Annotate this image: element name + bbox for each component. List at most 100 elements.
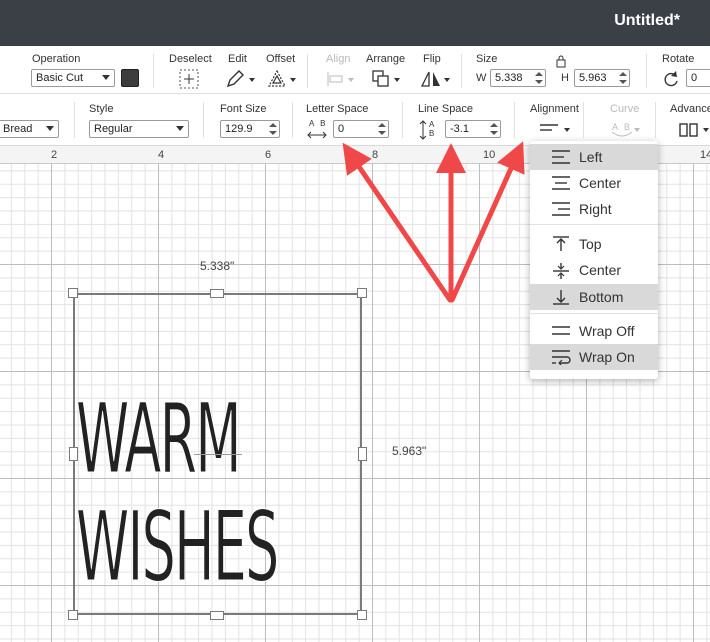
menu-item-align-center[interactable]: Center xyxy=(530,170,658,196)
arrange-label: Arrange xyxy=(366,53,406,65)
wrap-off-icon xyxy=(552,326,570,335)
chevron-down-icon[interactable] xyxy=(348,78,354,82)
resize-handle-bottom-right[interactable] xyxy=(357,610,367,620)
menu-item-label: Wrap On xyxy=(579,349,635,365)
offset-icon[interactable] xyxy=(266,68,288,90)
curve-label: Curve xyxy=(610,103,640,115)
size-label: Size xyxy=(476,53,498,65)
align-left-icon xyxy=(552,150,570,164)
curve-icon[interactable]: A B xyxy=(610,122,634,138)
menu-item-label: Center xyxy=(579,175,622,191)
edit-label: Edit xyxy=(228,53,247,65)
font-select[interactable]: Bread xyxy=(0,120,59,138)
menu-item-label: Bottom xyxy=(579,289,624,305)
rotate-icon[interactable] xyxy=(661,69,681,89)
style-label: Style xyxy=(89,103,114,115)
letter-space-label: Letter Space xyxy=(306,103,369,115)
ruler-tick: 2 xyxy=(51,149,58,161)
chevron-down-icon[interactable] xyxy=(249,78,255,82)
height-label: H xyxy=(561,72,569,84)
letter-space-icon: A B xyxy=(306,119,328,141)
deselect-icon[interactable] xyxy=(178,68,200,90)
operation-select[interactable]: Basic Cut xyxy=(31,69,115,87)
ruler-tick: 14 xyxy=(700,149,710,161)
line-space-label: Line Space xyxy=(418,103,474,115)
wrap-on-icon xyxy=(552,350,571,365)
operation-value: Basic Cut xyxy=(36,72,84,84)
chevron-down-icon[interactable] xyxy=(394,78,400,82)
resize-handle-left[interactable] xyxy=(69,447,78,461)
font-size-value: 129.9 xyxy=(225,123,253,135)
chevron-down-icon[interactable] xyxy=(290,78,296,82)
chevron-down-icon[interactable] xyxy=(634,128,640,132)
menu-divider xyxy=(530,313,658,314)
resize-handle-top-left[interactable] xyxy=(68,288,78,298)
resize-handle-right[interactable] xyxy=(358,447,367,461)
menu-divider xyxy=(530,224,658,225)
stepper-icon[interactable] xyxy=(619,71,627,85)
resize-handle-bottom[interactable] xyxy=(210,611,224,620)
color-swatch[interactable] xyxy=(121,69,139,87)
menu-item-wrap-off[interactable]: Wrap Off xyxy=(530,318,658,344)
divider xyxy=(514,102,515,138)
ruler-tick: 10 xyxy=(483,149,496,161)
menu-item-align-top[interactable]: Top xyxy=(530,231,658,257)
menu-item-label: Left xyxy=(579,149,603,165)
stepper-icon[interactable] xyxy=(269,122,277,136)
advanced-icon[interactable] xyxy=(678,122,700,138)
flip-icon[interactable] xyxy=(420,68,442,90)
chevron-down-icon[interactable] xyxy=(703,128,709,132)
pencil-icon[interactable] xyxy=(224,68,246,90)
center-guide xyxy=(194,454,242,455)
align-label: Align xyxy=(326,53,351,65)
ruler-tick: 4 xyxy=(158,149,165,161)
resize-handle-top[interactable] xyxy=(210,289,224,298)
font-size-input[interactable]: 129.9 xyxy=(220,120,280,138)
align-icon[interactable] xyxy=(324,68,346,90)
divider xyxy=(402,102,403,138)
menu-item-align-middle[interactable]: Center xyxy=(530,257,658,283)
divider xyxy=(153,54,154,88)
flip-label: Flip xyxy=(423,53,441,65)
letter-space-input[interactable]: 0 xyxy=(333,120,389,138)
menu-item-wrap-on[interactable]: Wrap On xyxy=(530,344,658,370)
stepper-icon[interactable] xyxy=(378,122,386,136)
style-value: Regular xyxy=(94,123,133,135)
line-space-input[interactable]: -3.1 xyxy=(445,120,501,138)
chevron-down-icon[interactable] xyxy=(564,128,570,132)
alignment-menu: Left Center Right Top Center Bottom Wrap… xyxy=(530,141,658,379)
align-left-icon[interactable] xyxy=(538,122,560,136)
divider xyxy=(203,102,204,138)
line-space-icon: A B xyxy=(418,119,440,141)
advanced-label: Advance xyxy=(670,103,710,115)
resize-handle-bottom-left[interactable] xyxy=(68,610,78,620)
ruler-tick: 6 xyxy=(265,149,272,161)
menu-item-align-left[interactable]: Left xyxy=(530,144,658,170)
document-title: Untitled* xyxy=(614,12,680,29)
menu-item-align-right[interactable]: Right xyxy=(530,196,658,222)
rotate-label: Rotate xyxy=(662,53,695,65)
align-bottom-icon xyxy=(553,290,569,305)
chevron-down-icon xyxy=(176,126,184,131)
menu-item-label: Wrap Off xyxy=(579,323,635,339)
menu-item-label: Right xyxy=(579,201,612,217)
style-select[interactable]: Regular xyxy=(89,120,189,138)
arrange-icon[interactable] xyxy=(370,68,392,90)
text-toolbar: Bread Style Regular Font Size 129.9 Lett… xyxy=(0,94,710,146)
stepper-icon[interactable] xyxy=(490,122,498,136)
menu-item-label: Top xyxy=(579,236,602,252)
resize-handle-top-right[interactable] xyxy=(357,288,367,298)
divider xyxy=(74,102,75,138)
canvas-text-object[interactable]: WARM WISHES xyxy=(76,385,280,602)
line-space-value: -3.1 xyxy=(450,123,469,135)
chevron-down-icon[interactable] xyxy=(444,78,450,82)
align-middle-icon xyxy=(553,263,569,279)
divider xyxy=(583,102,584,138)
deselect-label: Deselect xyxy=(169,53,212,65)
stepper-icon[interactable] xyxy=(535,71,543,85)
rotate-input[interactable]: 0 xyxy=(686,69,710,87)
lock-icon[interactable] xyxy=(554,54,568,68)
height-input[interactable]: 5.963 xyxy=(574,69,630,87)
menu-item-align-bottom[interactable]: Bottom xyxy=(530,284,658,310)
width-input[interactable]: 5.338 xyxy=(490,69,546,87)
